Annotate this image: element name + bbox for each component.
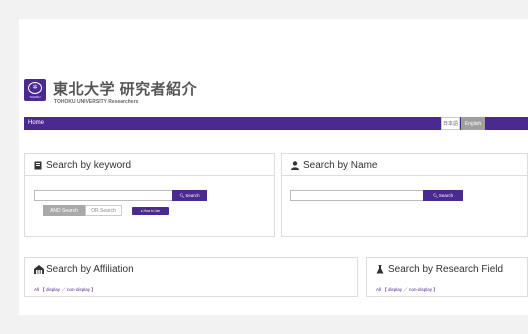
field-filter-row: All 【 display ／ non-display 】 [376,287,438,293]
how-to-use-label: How to Use [143,209,161,213]
person-icon [291,161,299,170]
how-to-use-button[interactable]: ● How to Use [132,207,169,215]
site-title[interactable]: 東北大学 研究者紹介 [53,78,197,99]
name-search-button[interactable]: 🔍︎ Search [423,190,463,201]
affiliation-filter-row: All 【 display ／ non-display 】 [34,287,96,293]
panel-header: Search by keyword [25,154,274,176]
panel-header: Search by Affiliation [25,258,357,280]
or-search-toggle[interactable]: OR Search [85,205,122,216]
flask-icon [376,265,384,274]
page: ✲ TOHOKU 東北大学 研究者紹介 TOHOKU UNIVERSITY Re… [0,0,528,334]
lang-japanese-button[interactable]: 日本語 [441,117,460,130]
nav-home-link[interactable]: Home [28,120,44,126]
filter-display-link[interactable]: 【 display ／ non-display 】 [40,287,96,292]
logo-text: TOHOKU [29,95,41,99]
book-icon [34,161,42,170]
keyword-search-button[interactable]: 🔍︎ Search [172,190,207,201]
building-icon [34,265,44,274]
panel-title: Search by Research Field [388,264,504,275]
panel-title: Search by Affiliation [46,264,134,275]
university-logo[interactable]: ✲ TOHOKU [24,79,46,101]
panel-header: Search by Research Field [367,258,527,280]
name-search-panel: Search by Name 🔍︎ Search [281,153,528,237]
name-input[interactable] [290,190,427,201]
filter-display-link[interactable]: 【 display ／ non-display 】 [382,287,438,292]
panel-header: Search by Name [282,154,527,176]
keyword-search-panel: Search by keyword 🔍︎ Search AND Search O… [24,153,275,237]
panel-title: Search by Name [303,160,378,171]
seal-icon: ✲ [28,81,42,94]
panel-title: Search by keyword [46,160,132,171]
lang-english-button[interactable]: English [461,117,485,130]
site-subtitle: TOHOKU UNIVERSITY Researchers [54,99,139,105]
search-button-label: Search [438,193,454,198]
search-button-label: Search [185,193,200,198]
and-search-toggle[interactable]: AND Search [43,205,85,216]
browser-content: ✲ TOHOKU 東北大学 研究者紹介 TOHOKU UNIVERSITY Re… [19,19,528,315]
affiliation-search-panel: Search by Affiliation All 【 display ／ no… [24,257,358,297]
filter-all-link[interactable]: All [34,287,39,292]
research-field-search-panel: Search by Research Field All 【 display ／… [366,257,528,297]
keyword-input[interactable] [34,190,193,201]
filter-all-link[interactable]: All [376,287,381,292]
search-icon: 🔍︎ [179,193,185,198]
search-icon: 🔍︎ [432,193,438,198]
